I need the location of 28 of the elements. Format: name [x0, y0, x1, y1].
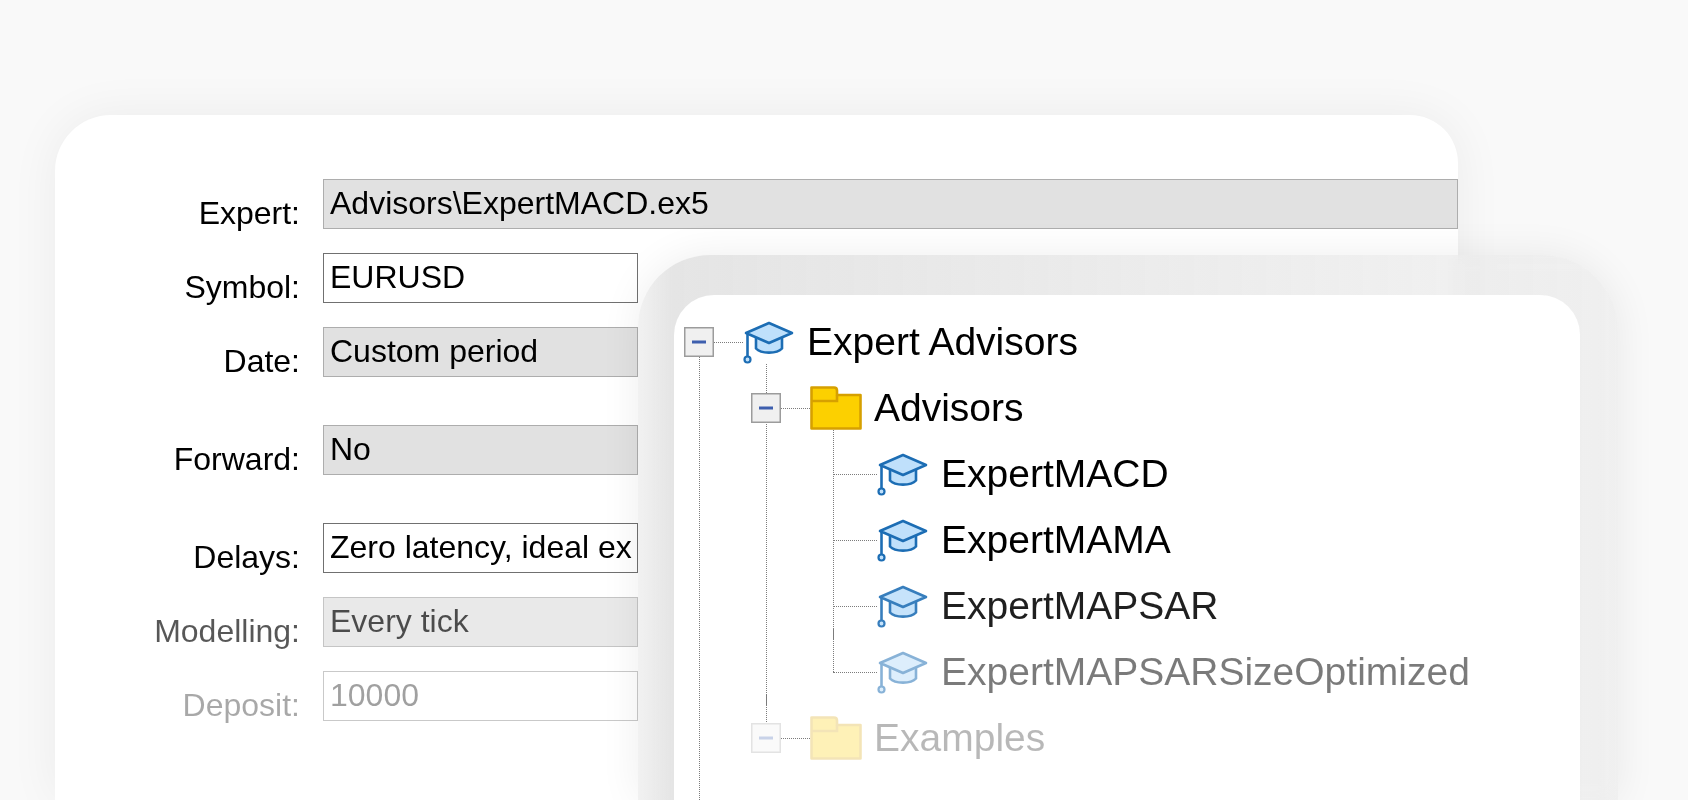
graduation-cap-icon — [877, 650, 929, 694]
folder-icon — [810, 716, 862, 760]
tree-item[interactable]: Advisors — [874, 375, 1024, 441]
dropdown-field[interactable]: Advisors\ExpertMACD.ex5 — [323, 179, 1458, 229]
graduation-cap-icon — [877, 518, 929, 562]
collapse-icon[interactable] — [751, 393, 781, 423]
graduation-cap-icon — [877, 452, 929, 496]
field-label: Forward: — [172, 443, 300, 475]
field-label: Modelling: — [153, 615, 300, 647]
tree-item[interactable]: Expert Advisors — [807, 309, 1078, 375]
collapse-icon[interactable] — [684, 327, 714, 357]
tree-item[interactable]: ExpertMAPSAR — [941, 573, 1219, 639]
tree-item[interactable]: ExpertMAMA — [941, 507, 1171, 573]
field-label: Delays: — [192, 541, 300, 573]
graduation-cap-icon — [877, 584, 929, 628]
field-label: Expert: — [197, 197, 300, 229]
field-label: Symbol: — [183, 271, 300, 303]
tree-item[interactable]: ExpertMACD — [941, 441, 1169, 507]
input-field[interactable]: Zero latency, ideal ex — [323, 523, 638, 573]
tree-item[interactable]: ExpertMAPSARSizeOptimized — [941, 639, 1470, 705]
field-label: Date: — [222, 345, 300, 377]
dropdown-field[interactable]: No — [323, 425, 638, 475]
field-label: Deposit: — [181, 689, 300, 721]
graduation-cap-icon — [743, 320, 795, 364]
folder-icon — [810, 386, 862, 430]
dropdown-field[interactable]: Every tick — [323, 597, 638, 647]
dropdown-field[interactable]: Custom period — [323, 327, 638, 377]
input-field[interactable]: EURUSD — [323, 253, 638, 303]
